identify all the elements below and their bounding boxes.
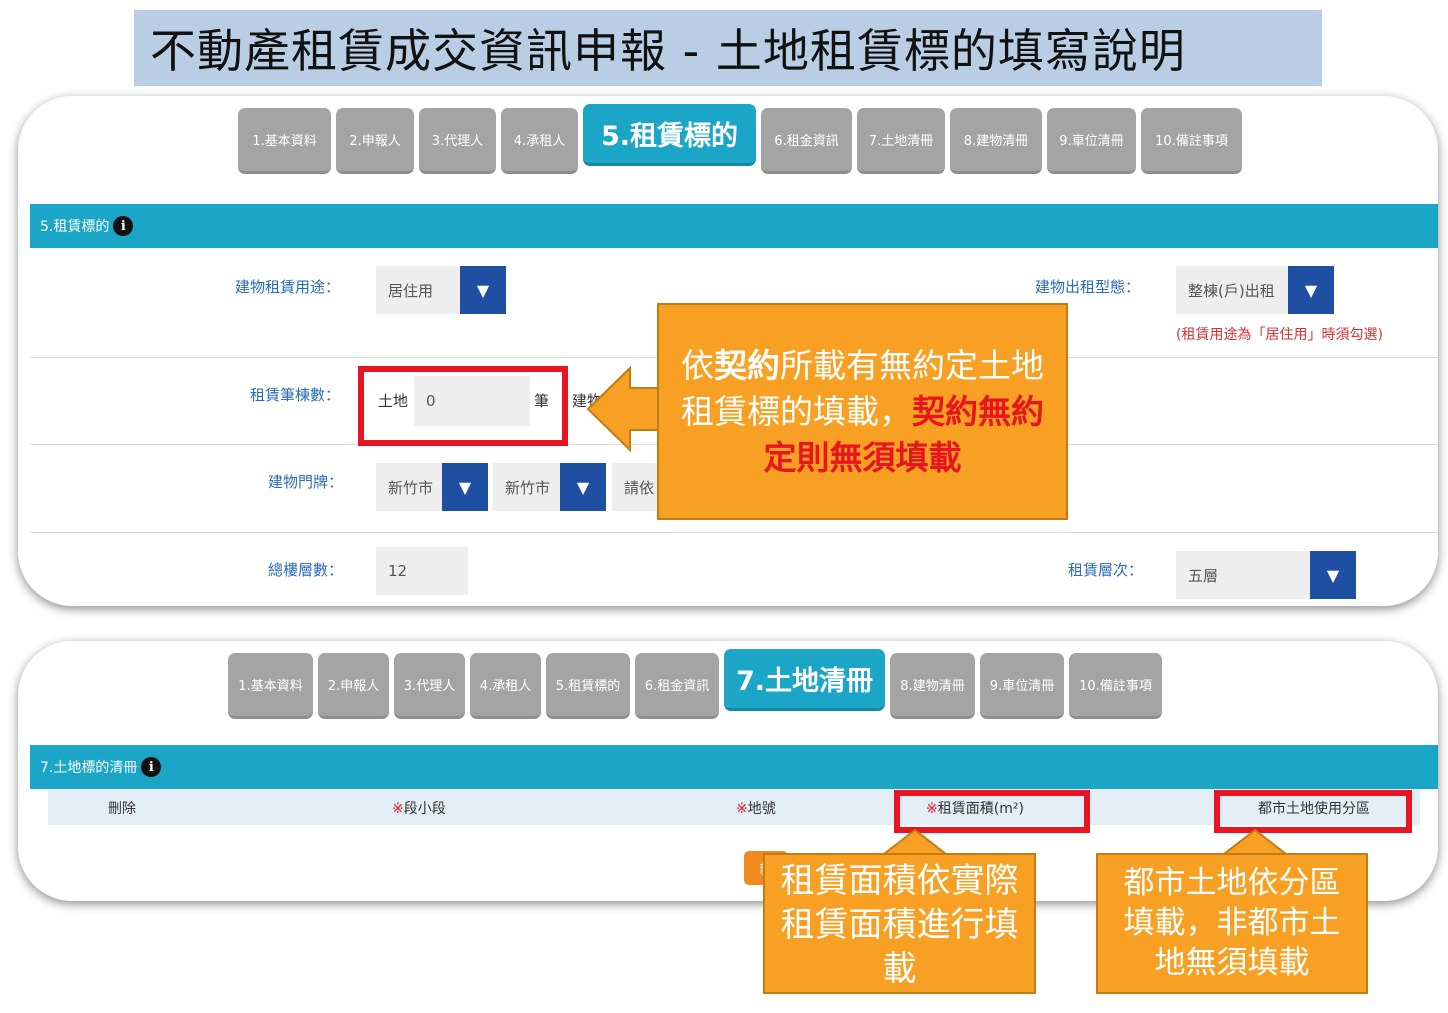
chevron-down-icon: ▼ [460, 266, 506, 314]
tab-agent[interactable]: 3.代理人 [394, 653, 465, 719]
city-value: 新竹市 [376, 463, 442, 511]
callout-land-contract: 依契約所載有無約定土地租賃標的填載，契約無約定則無須填載 [657, 303, 1068, 520]
tab-basic-info[interactable]: 1.基本資料 [228, 653, 313, 719]
land-count-highlight [358, 366, 568, 446]
building-use-select[interactable]: 居住用 ▼ [376, 266, 506, 314]
rent-floor-value: 五層 [1176, 551, 1310, 599]
rental-type-note: (租賃用途為「居住用」時須勾選) [1176, 327, 1383, 343]
col-lot-label: 地號 [747, 801, 776, 817]
rental-type-label: 建物出租型態： [1035, 278, 1141, 296]
callout1-bold: 契約 [714, 346, 780, 385]
col-section: ※段小段 [392, 798, 446, 818]
col-lot: ※地號 [736, 798, 776, 818]
zoning-column-highlight [1214, 790, 1412, 833]
tab-remarks[interactable]: 10.備註事項 [1141, 108, 1242, 174]
district-select[interactable]: 新竹市 ▼ [493, 463, 606, 511]
tab-rent-info[interactable]: 6.租金資訊 [761, 108, 852, 174]
title-banner: 不動產租賃成交資訊申報 - 土地租賃標的填寫說明 [134, 10, 1322, 86]
tab-bar: 1.基本資料 2.申報人 3.代理人 4.承租人 5.租賃標的 6.租金資訊 7… [238, 104, 1242, 174]
col-delete: 刪除 [108, 801, 136, 817]
rental-type-select[interactable]: 整棟(戶)出租 ▼ [1176, 266, 1334, 314]
tab-building-list[interactable]: 8.建物清冊 [890, 653, 975, 719]
tab-parking-list[interactable]: 9.車位清冊 [1047, 108, 1136, 174]
page: 不動產租賃成交資訊申報 - 土地租賃標的填寫說明 1.基本資料 2.申報人 3.… [0, 0, 1448, 1013]
info-icon[interactable]: i [141, 757, 162, 777]
chevron-down-icon: ▼ [1310, 551, 1356, 599]
tab-rental-target[interactable]: 5.租賃標的 [583, 104, 756, 166]
chevron-down-icon: ▼ [442, 463, 488, 511]
tab-parking-list[interactable]: 9.車位清冊 [980, 653, 1064, 719]
tab-building-list[interactable]: 8.建物清冊 [950, 108, 1042, 174]
rent-floor-select[interactable]: 五層 ▼ [1176, 551, 1356, 599]
page-title: 不動產租賃成交資訊申報 - 土地租賃標的填寫說明 [150, 24, 1186, 78]
info-icon[interactable]: i [113, 216, 134, 236]
tab-remarks[interactable]: 10.備註事項 [1069, 653, 1162, 719]
tab-basic-info[interactable]: 1.基本資料 [238, 108, 331, 174]
section-title: 5.租賃標的 [40, 219, 110, 235]
section-header-2: 7.土地標的清冊 i [30, 745, 1438, 789]
row-floors: 總樓層數： 12 租賃層次： 五層 ▼ [30, 533, 1438, 606]
tab-bar-2: 1.基本資料 2.申報人 3.代理人 4.承租人 5.租賃標的 6.租金資訊 7… [228, 649, 1162, 719]
rent-floor-label: 租賃層次： [1068, 561, 1144, 579]
chevron-down-icon: ▼ [1288, 266, 1334, 314]
address-label: 建物門牌： [268, 473, 344, 491]
section-header: 5.租賃標的 i [30, 204, 1438, 248]
col-section-label: 段小段 [403, 801, 446, 817]
tab-land-list[interactable]: 7.土地清冊 [857, 108, 945, 174]
rental-type-value: 整棟(戶)出租 [1176, 266, 1288, 314]
tab-lessee[interactable]: 4.承租人 [470, 653, 541, 719]
tab-agent[interactable]: 3.代理人 [419, 108, 496, 174]
section-title-2: 7.土地標的清冊 [40, 760, 138, 776]
tab-rent-info[interactable]: 6.租金資訊 [635, 653, 719, 719]
callout-arrow [586, 365, 663, 453]
building-use-value: 居住用 [376, 266, 460, 314]
total-floors-label: 總樓層數： [268, 561, 344, 579]
total-floors-input[interactable]: 12 [376, 547, 468, 595]
tab-lessee[interactable]: 4.承租人 [501, 108, 578, 174]
callout-zoning: 都市土地依分區填載，非都市土地無須填載 [1096, 853, 1368, 994]
city-select[interactable]: 新竹市 ▼ [376, 463, 488, 511]
required-mark: ※ [392, 801, 404, 817]
callout-area: 租賃面積依實際租賃面積進行填載 [763, 853, 1036, 994]
area-column-highlight [894, 790, 1090, 833]
tab-declarant[interactable]: 2.申報人 [336, 108, 414, 174]
tab-declarant[interactable]: 2.申報人 [318, 653, 389, 719]
building-use-label: 建物租賃用途： [235, 278, 341, 296]
chevron-down-icon: ▼ [560, 463, 606, 511]
district-value: 新竹市 [493, 463, 560, 511]
rental-count-label: 租賃筆棟數： [250, 386, 341, 404]
tab-land-list[interactable]: 7.土地清冊 [724, 649, 885, 711]
callout1-text-a: 依 [681, 346, 714, 385]
required-mark: ※ [736, 801, 748, 817]
tab-rental-target[interactable]: 5.租賃標的 [546, 653, 630, 719]
